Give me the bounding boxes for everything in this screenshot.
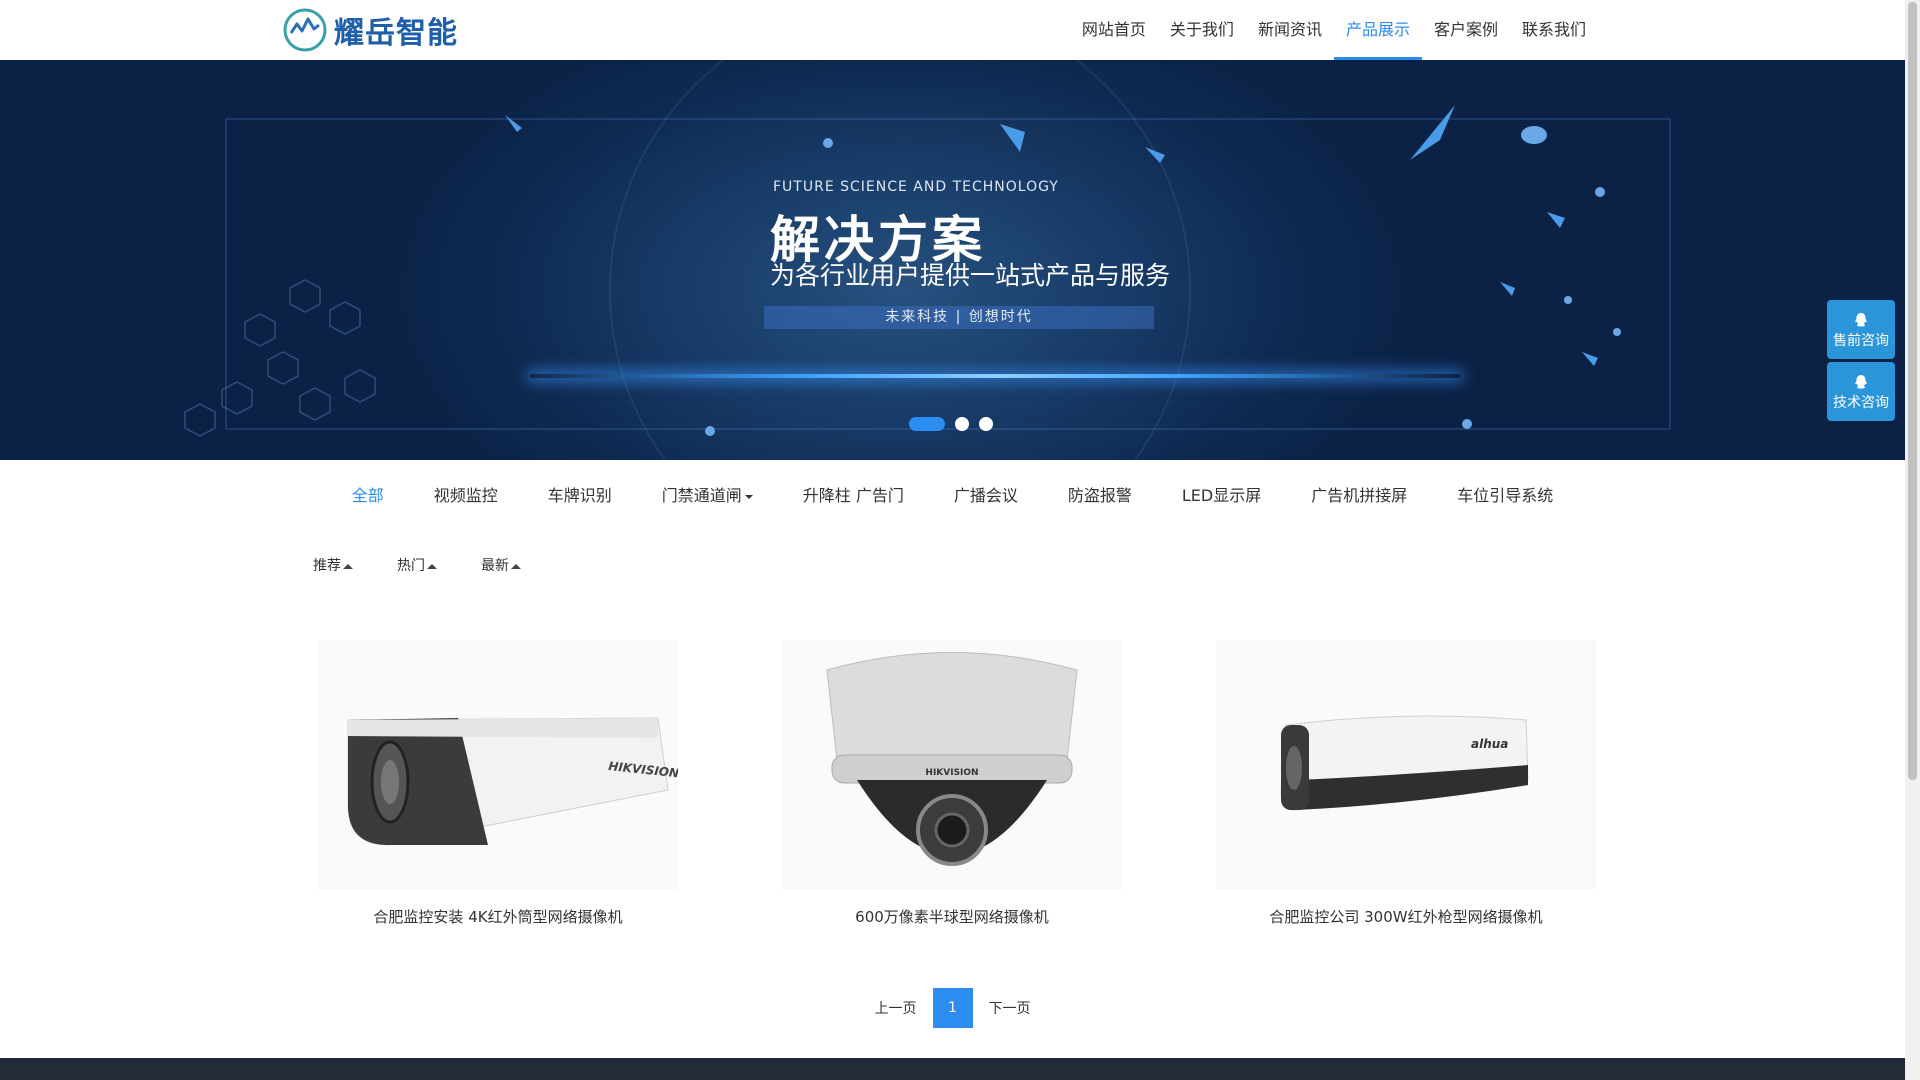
carousel-indicators (909, 417, 1003, 431)
site-logo[interactable]: 耀岳智能 (282, 7, 458, 53)
prev-page-link[interactable]: 上一页 (875, 998, 917, 1018)
sort-latest[interactable]: 最新 (481, 555, 521, 575)
category-all[interactable]: 全部 (327, 480, 409, 512)
category-alarm[interactable]: 防盗报警 (1043, 480, 1157, 512)
product-card[interactable]: alhua 合肥监控公司 300W红外枪型网络摄像机 (1216, 640, 1596, 927)
product-card[interactable]: HIKVISION 600万像素半球型网络摄像机 (762, 640, 1142, 927)
sort-latest-label: 最新 (481, 558, 509, 574)
qq-icon (1855, 375, 1867, 389)
category-tabs: 全部 视频监控 车牌识别 门禁通道闸 升降柱 广告门 广播会议 防盗报警 LED… (0, 480, 1905, 512)
banner-tagline: 未来科技 | 创想时代 (764, 306, 1154, 329)
banner-description: 为各行业用户提供一站式产品与服务 (770, 261, 1171, 290)
nav-cases[interactable]: 客户案例 (1422, 0, 1510, 60)
nav-home[interactable]: 网站首页 (1070, 0, 1158, 60)
sort-popular[interactable]: 热门 (397, 555, 437, 575)
presale-label: 售前咨询 (1833, 333, 1889, 349)
product-2-brand: HIKVISION (925, 768, 978, 778)
hero-banner[interactable]: FUTURE SCIENCE AND TECHNOLOGY 解决方案 为各行业用… (0, 60, 1905, 460)
product-image[interactable]: alhua (1216, 640, 1596, 890)
site-footer (0, 1058, 1905, 1080)
caret-up-icon (427, 563, 437, 569)
box-camera-image: alhua (1216, 640, 1596, 890)
main-nav: 网站首页 关于我们 新闻资讯 产品展示 客户案例 联系我们 (1070, 0, 1598, 60)
category-parking-guide[interactable]: 车位引导系统 (1432, 480, 1578, 512)
mountain-logo-icon (283, 8, 327, 52)
banner-light-bar (530, 374, 1460, 378)
category-ad-display[interactable]: 广告机拼接屏 (1286, 480, 1432, 512)
product-3-brand: alhua (1471, 737, 1508, 751)
carousel-dot-3[interactable] (979, 417, 993, 431)
product-name[interactable]: 600万像素半球型网络摄像机 (762, 906, 1142, 927)
category-access-gate-label: 门禁通道闸 (661, 486, 742, 505)
caret-up-icon (343, 563, 353, 569)
banner-subtitle: FUTURE SCIENCE AND TECHNOLOGY (773, 179, 1059, 195)
next-page-link[interactable]: 下一页 (989, 998, 1031, 1018)
tech-label: 技术咨询 (1833, 395, 1889, 411)
category-broadcast-meeting[interactable]: 广播会议 (929, 480, 1043, 512)
nav-products[interactable]: 产品展示 (1333, 0, 1422, 60)
category-video-surveillance[interactable]: 视频监控 (409, 480, 523, 512)
current-page[interactable]: 1 (932, 988, 973, 1028)
product-name[interactable]: 合肥监控安装 4K红外筒型网络摄像机 (308, 906, 688, 927)
dome-camera-image: HIKVISION (782, 640, 1122, 890)
product-image[interactable]: HIKVISION (762, 640, 1142, 890)
sort-options: 推荐 热门 最新 (313, 555, 565, 575)
product-card[interactable]: HIKVISION 合肥监控安装 4K红外筒型网络摄像机 (308, 640, 688, 927)
tech-consult-button[interactable]: 技术咨询 (1827, 362, 1895, 421)
presale-consult-button[interactable]: 售前咨询 (1827, 300, 1895, 359)
logo-text: 耀岳智能 (334, 16, 458, 51)
category-bollard-door[interactable]: 升降柱 广告门 (778, 480, 929, 512)
sort-popular-label: 热门 (397, 558, 425, 574)
qq-icon (1855, 313, 1867, 327)
carousel-dot-1[interactable] (909, 417, 945, 431)
product-image[interactable]: HIKVISION (308, 640, 688, 890)
scrollbar-thumb[interactable] (1908, 2, 1917, 780)
caret-up-icon (511, 563, 521, 569)
category-led-screen[interactable]: LED显示屏 (1157, 480, 1286, 512)
product-name[interactable]: 合肥监控公司 300W红外枪型网络摄像机 (1216, 906, 1596, 927)
bullet-camera-image: HIKVISION (318, 640, 678, 890)
category-plate-recognition[interactable]: 车牌识别 (523, 480, 637, 512)
sort-recommended[interactable]: 推荐 (313, 555, 353, 575)
carousel-dot-2[interactable] (955, 417, 969, 431)
site-header: 耀岳智能 网站首页 关于我们 新闻资讯 产品展示 客户案例 联系我们 (0, 0, 1905, 60)
nav-about[interactable]: 关于我们 (1158, 0, 1246, 60)
caret-down-icon (744, 494, 753, 499)
category-access-gate[interactable]: 门禁通道闸 (637, 480, 778, 512)
page-scrollbar[interactable] (1905, 0, 1920, 1080)
pagination: 上一页 1 下一页 (0, 988, 1905, 1028)
nav-news[interactable]: 新闻资讯 (1246, 0, 1334, 60)
nav-contact[interactable]: 联系我们 (1510, 0, 1598, 60)
sort-recommended-label: 推荐 (313, 558, 341, 574)
